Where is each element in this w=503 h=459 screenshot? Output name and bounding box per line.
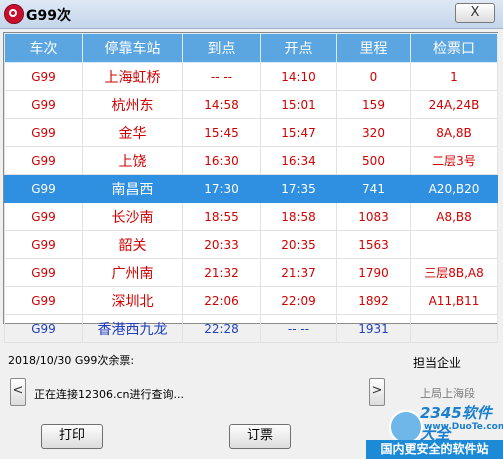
arrive-cell: 21:32	[182, 258, 261, 287]
depart-cell: 16:34	[260, 146, 337, 175]
title-bar: G99次 X	[0, 0, 503, 29]
km-cell: 1931	[336, 314, 411, 343]
column-header[interactable]: 开点	[260, 33, 337, 63]
arrive-cell: 22:06	[182, 286, 261, 315]
table-row[interactable]: G99 香港西九龙 22:28 -- -- 1931	[4, 314, 498, 343]
depart-cell: 22:09	[260, 286, 337, 315]
km-cell: 1083	[336, 202, 411, 231]
station-cell: 南昌西	[82, 174, 183, 203]
station-cell: 香港西九龙	[82, 314, 183, 343]
watermark-banner: 国内更安全的软件站	[366, 440, 503, 459]
station-cell: 深圳北	[82, 286, 183, 315]
gate-cell	[410, 314, 498, 343]
column-header[interactable]: 车次	[4, 33, 83, 63]
gate-cell: 24A,24B	[410, 90, 498, 119]
arrive-cell: 14:58	[182, 90, 261, 119]
arrive-cell: 22:28	[182, 314, 261, 343]
watermark-url: www.DuoTe.com	[424, 422, 503, 432]
station-cell: 广州南	[82, 258, 183, 287]
table-row[interactable]: G99 上饶 16:30 16:34 500 二层3号	[4, 146, 498, 175]
train-cell: G99	[4, 118, 83, 147]
arrive-cell: 18:55	[182, 202, 261, 231]
depart-cell: 21:37	[260, 258, 337, 287]
station-cell: 杭州东	[82, 90, 183, 119]
table-row[interactable]: G99 韶关 20:33 20:35 1563	[4, 230, 498, 259]
table-row[interactable]: G99 金华 15:45 15:47 320 8A,8B	[4, 118, 498, 147]
gate-cell: 二层3号	[410, 146, 498, 175]
company-label: 担当企业	[413, 356, 462, 370]
column-header[interactable]: 到点	[182, 33, 261, 63]
close-button[interactable]: X	[455, 3, 495, 23]
station-cell: 金华	[82, 118, 183, 147]
km-cell: 159	[336, 90, 411, 119]
column-header[interactable]: 里程	[336, 33, 411, 63]
arrive-cell: -- --	[182, 62, 261, 91]
depart-cell: 18:58	[260, 202, 337, 231]
km-cell: 0	[336, 62, 411, 91]
gate-cell: A20,B20	[410, 174, 498, 203]
train-cell: G99	[4, 230, 83, 259]
station-cell: 长沙南	[82, 202, 183, 231]
km-cell: 1790	[336, 258, 411, 287]
depart-cell: 14:10	[260, 62, 337, 91]
arrive-cell: 15:45	[182, 118, 261, 147]
print-button[interactable]: 打印	[41, 424, 103, 449]
scroll-left-button[interactable]: <	[10, 378, 26, 406]
table-row[interactable]: G99 长沙南 18:55 18:58 1083 A8,B8	[4, 202, 498, 231]
train-cell: G99	[4, 286, 83, 315]
railway-logo-icon	[4, 4, 24, 24]
table-header-row: 车次 停靠车站 到点 开点 里程 检票口	[4, 33, 498, 63]
gate-cell: 8A,8B	[410, 118, 498, 147]
gate-cell: A11,B11	[410, 286, 498, 315]
table-row[interactable]: G99 杭州东 14:58 15:01 159 24A,24B	[4, 90, 498, 119]
train-cell: G99	[4, 174, 83, 203]
station-cell: 上海虹桥	[82, 62, 183, 91]
remaining-tickets-label: 2018/10/30 G99次余票:	[8, 354, 135, 367]
column-header[interactable]: 检票口	[410, 33, 498, 63]
depart-cell: 15:47	[260, 118, 337, 147]
km-cell: 1563	[336, 230, 411, 259]
gate-cell: 1	[410, 62, 498, 91]
column-header[interactable]: 停靠车站	[82, 33, 183, 63]
table-row[interactable]: G99 广州南 21:32 21:37 1790 三层8B,A8	[4, 258, 498, 287]
gate-cell: 三层8B,A8	[410, 258, 498, 287]
train-cell: G99	[4, 62, 83, 91]
gate-cell: A8,B8	[410, 202, 498, 231]
depart-cell: -- --	[260, 314, 337, 343]
window-title: G99次	[26, 8, 71, 24]
table-row[interactable]: G99 深圳北 22:06 22:09 1892 A11,B11	[4, 286, 498, 315]
train-cell: G99	[4, 314, 83, 343]
mascot-logo-icon	[389, 410, 423, 444]
train-cell: G99	[4, 258, 83, 287]
company-value: 上局上海段	[420, 387, 475, 400]
schedule-table: 车次 停靠车站 到点 开点 里程 检票口 G99 上海虹桥 -- -- 14:1…	[4, 33, 498, 343]
schedule-grid: 车次 停靠车站 到点 开点 里程 检票口 G99 上海虹桥 -- -- 14:1…	[3, 32, 498, 343]
depart-cell: 17:35	[260, 174, 337, 203]
arrive-cell: 16:30	[182, 146, 261, 175]
order-ticket-button[interactable]: 订票	[229, 424, 291, 449]
station-cell: 上饶	[82, 146, 183, 175]
arrive-cell: 20:33	[182, 230, 261, 259]
km-cell: 1892	[336, 286, 411, 315]
train-cell: G99	[4, 90, 83, 119]
km-cell: 741	[336, 174, 411, 203]
train-cell: G99	[4, 202, 83, 231]
table-row-selected[interactable]: G99 南昌西 17:30 17:35 741 A20,B20	[4, 174, 498, 203]
arrive-cell: 17:30	[182, 174, 261, 203]
gate-cell	[410, 230, 498, 259]
km-cell: 500	[336, 146, 411, 175]
status-text: 正在连接12306.cn进行查询...	[34, 388, 184, 401]
table-row[interactable]: G99 上海虹桥 -- -- 14:10 0 1	[4, 62, 498, 91]
scroll-right-button[interactable]: >	[369, 378, 385, 406]
train-cell: G99	[4, 146, 83, 175]
depart-cell: 20:35	[260, 230, 337, 259]
depart-cell: 15:01	[260, 90, 337, 119]
station-cell: 韶关	[82, 230, 183, 259]
km-cell: 320	[336, 118, 411, 147]
